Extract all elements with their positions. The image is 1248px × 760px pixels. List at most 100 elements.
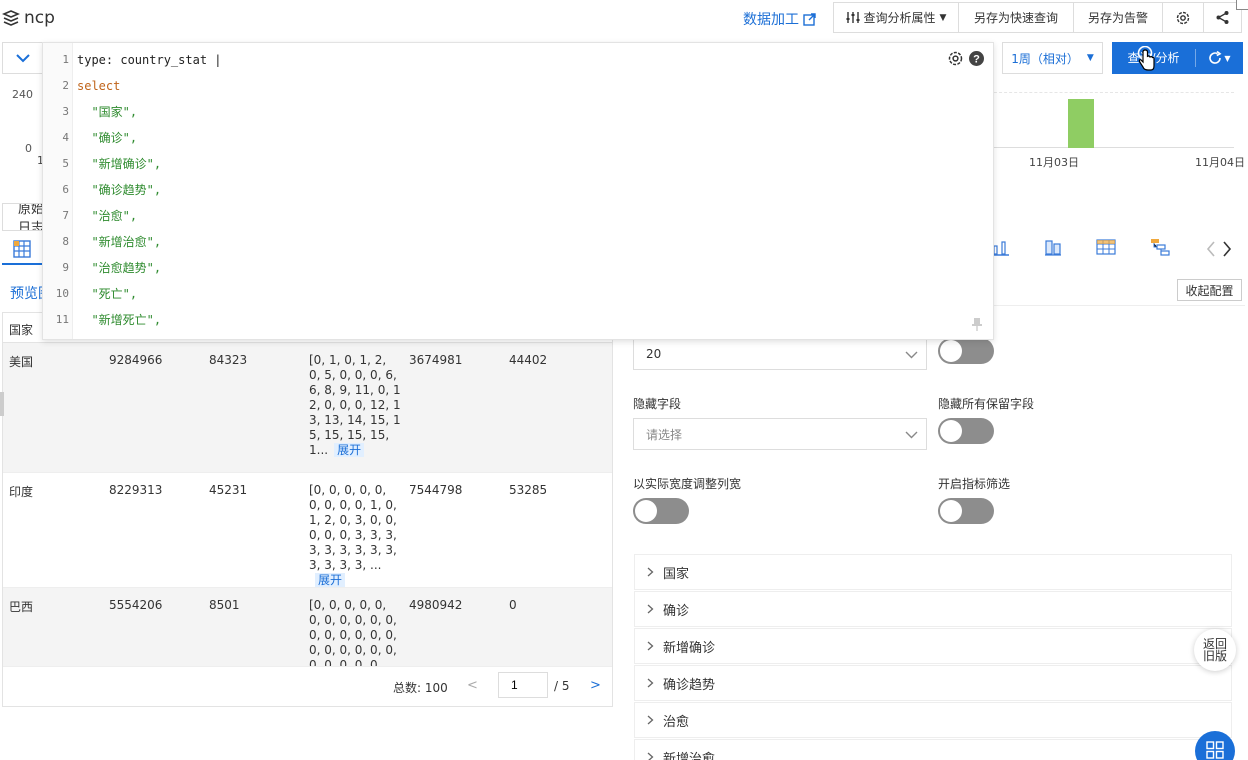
field-config-item[interactable]: 新增确诊 (634, 628, 1232, 664)
histogram-bar[interactable] (1068, 99, 1094, 148)
field-name: 治愈 (663, 714, 690, 730)
chart-type-icons (990, 238, 1170, 256)
settings-button[interactable] (1163, 2, 1204, 33)
code-line[interactable]: 3 "国家", (43, 99, 943, 125)
next-page-button[interactable]: > (590, 678, 601, 693)
field-config-item[interactable]: 国家 (634, 554, 1232, 590)
table-cell-country: 美国 (9, 355, 34, 369)
fit-width-toggle[interactable] (633, 498, 689, 524)
tab-table-chart[interactable] (2, 235, 42, 265)
code-text: type: country_stat | (77, 53, 222, 67)
data-process-link[interactable]: 数据加工 (743, 9, 816, 29)
sliders-icon (846, 12, 860, 23)
query-props-button[interactable]: 查询分析属性 ▼ (833, 2, 959, 33)
auto-refresh-dropdown[interactable]: ▼ (1196, 51, 1243, 65)
code-line[interactable]: 10 "死亡", (43, 281, 943, 307)
code-line[interactable]: 11 "新增死亡", (43, 307, 943, 333)
table-cell-cured: 3674981 (409, 353, 463, 367)
query-analyze-button[interactable]: 查询/分析 ▼ (1112, 42, 1243, 74)
flow-chart-icon[interactable] (1150, 238, 1170, 256)
chevron-right-icon[interactable] (1222, 241, 1232, 257)
window-corner (1236, 0, 1248, 10)
query-editor[interactable]: 1 type: country_stat | 2 select 3 "国家", 4 "确诊… (42, 42, 994, 340)
pagination: 总数: 100 < / 5 > (3, 666, 612, 706)
code-line[interactable]: 5 "新增确诊", (43, 151, 943, 177)
hide-fields-select[interactable]: 请选择 (633, 418, 927, 450)
chevron-right-icon (647, 752, 654, 760)
line-number: 3 (62, 105, 69, 118)
time-range-select[interactable]: 1周（相对） ▼ (1002, 42, 1103, 74)
line-number: 6 (62, 183, 69, 196)
line-number: 2 (62, 79, 69, 92)
chevron-down-icon (905, 431, 918, 439)
field-config-item[interactable]: 确诊 (634, 591, 1232, 627)
query-props-label: 查询分析属性 (863, 11, 936, 25)
help-icon[interactable]: ? (968, 50, 985, 67)
field-config-item[interactable]: 确诊趋势 (634, 665, 1232, 701)
code-line[interactable]: 7 "治愈", (43, 203, 943, 229)
code-text: "治愈趋势", (77, 261, 162, 275)
histogram (994, 92, 1234, 148)
chevron-right-icon (647, 567, 654, 577)
histogram-y-tick: 240 (12, 88, 33, 101)
metric-filter-toggle[interactable] (938, 498, 994, 524)
code-text: "死亡", (77, 287, 138, 301)
fit-width-label: 以实际宽度调整列宽 (633, 477, 742, 491)
code-line[interactable]: 9 "治愈趋势", (43, 255, 943, 281)
column-header-country[interactable]: 国家 (9, 321, 33, 338)
trend-text: [0, 1, 0, 1, 2, 0, 5, 0, 0, 0, 6, 6, 8, … (309, 353, 401, 457)
line-number: 7 (62, 209, 69, 222)
table-cell-country: 巴西 (9, 600, 34, 614)
code-line[interactable]: 2 select (43, 73, 943, 99)
table-chart-icon (13, 240, 31, 258)
line-number: 4 (62, 131, 69, 144)
table-cell-new-cured: 53285 (509, 483, 548, 497)
prev-page-button[interactable]: < (467, 678, 478, 693)
expand-button[interactable]: 展开 (334, 443, 365, 457)
save-quick-query-button[interactable]: 另存为快速查询 (959, 2, 1074, 33)
tab-raw-logs[interactable]: 原始日志 (2, 203, 46, 231)
toggle-switch[interactable] (938, 338, 994, 364)
chevron-left-icon[interactable] (1206, 241, 1216, 257)
cross-table-icon[interactable] (1096, 239, 1116, 255)
expand-button[interactable]: 展开 (315, 573, 346, 587)
table-cell-trend: [0, 1, 0, 1, 2, 0, 5, 0, 0, 0, 6, 6, 8, … (309, 353, 401, 458)
logstore-icon (2, 10, 20, 26)
page-number-input[interactable] (498, 672, 548, 698)
collapse-config-button[interactable]: 收起配置 (1177, 279, 1242, 301)
chevron-right-icon (647, 641, 654, 651)
table-cell-new-confirmed: 8501 (209, 598, 240, 612)
field-name: 国家 (663, 566, 690, 582)
code-line[interactable]: 8 "新增治愈", (43, 229, 943, 255)
resize-handle[interactable] (0, 392, 4, 416)
save-alert-button[interactable]: 另存为告警 (1074, 2, 1163, 33)
hide-fields-placeholder: 请选择 (646, 427, 683, 442)
code-line[interactable]: 4 "确诊", (43, 125, 943, 151)
table-cell-confirmed: 5554206 (109, 598, 163, 612)
pin-icon[interactable] (971, 317, 983, 331)
expand-sidebar-button[interactable] (2, 42, 44, 74)
line-number: 8 (62, 235, 69, 248)
gear-icon[interactable] (947, 50, 964, 67)
svg-text:?: ? (973, 54, 980, 66)
code-text: "新增死亡", (77, 313, 162, 327)
editor-tools: ? (947, 50, 985, 67)
chevron-right-icon (647, 678, 654, 688)
field-config-item[interactable]: 治愈 (634, 702, 1232, 738)
line-number: 11 (55, 313, 69, 326)
line-number: 9 (62, 261, 69, 274)
table-cell-new-cured: 0 (509, 598, 517, 612)
column-chart-icon[interactable] (1044, 238, 1062, 256)
line-number: 10 (55, 287, 69, 300)
code-line[interactable]: 6 "确诊趋势", (43, 177, 943, 203)
back-to-old-version-button[interactable]: 返回 旧版 (1194, 629, 1236, 671)
table-row: 巴西 5554206 8501 4980942 0 [0, 0, 0, 0, 0, 0, … (3, 588, 612, 678)
field-config-item[interactable]: 新增治愈 (634, 739, 1232, 760)
code-line[interactable]: 1 type: country_stat | (43, 47, 943, 73)
page-size-select[interactable]: 20 (633, 338, 927, 370)
total-label: 总数: (393, 681, 422, 695)
histogram-x-tick: 11月03日 (1029, 156, 1079, 169)
tab-raw-label: 原始日志 (18, 203, 45, 231)
hide-reserved-toggle[interactable] (938, 418, 994, 444)
table-row: 印度 8229313 45231 7544798 53285 [0, 0, 0, 0, 0… (3, 473, 612, 588)
